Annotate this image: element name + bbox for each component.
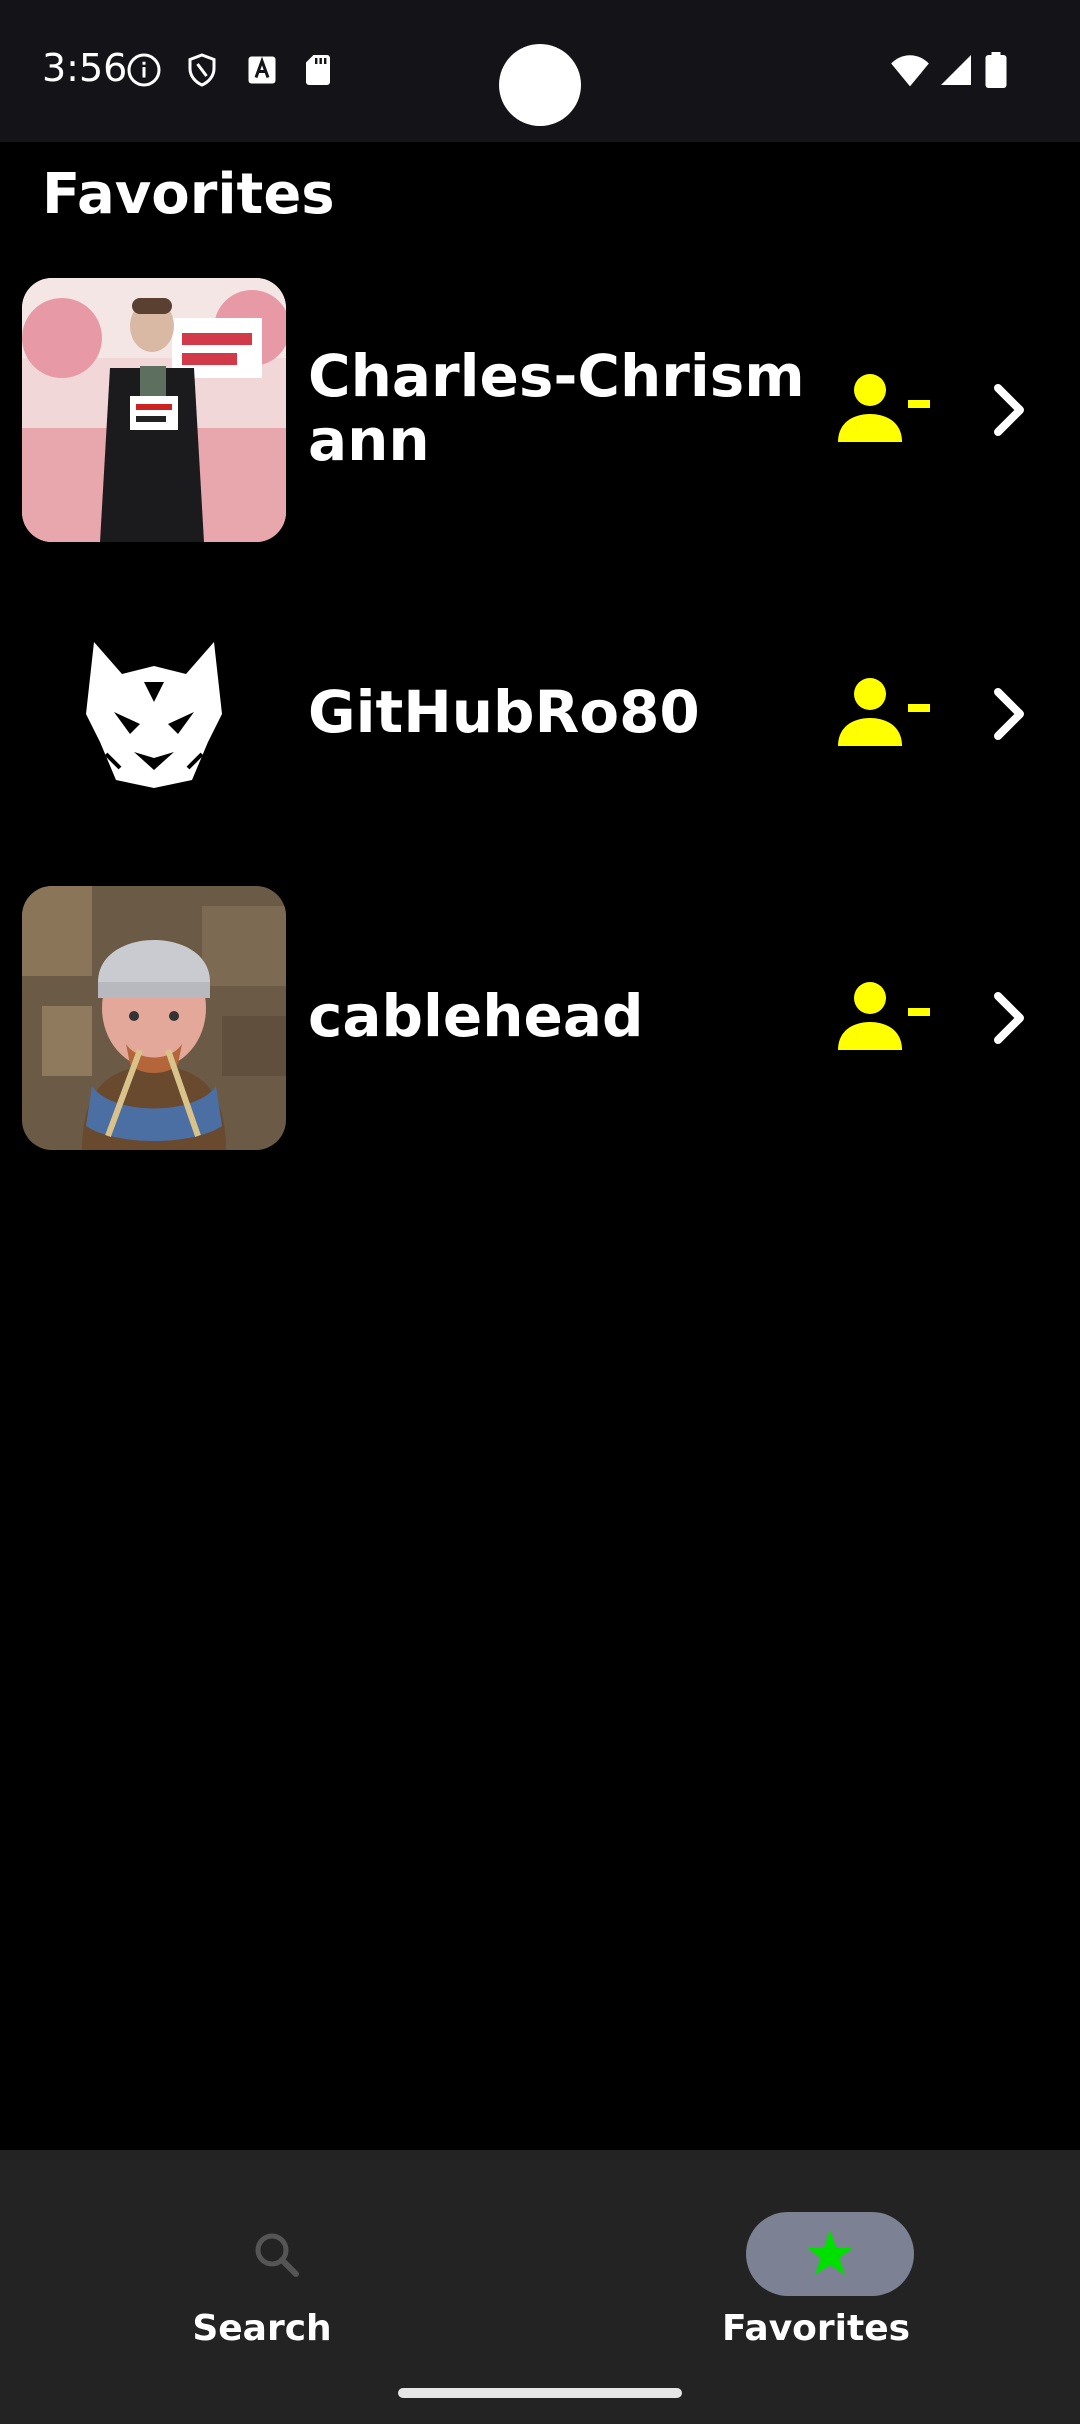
page-title: Favorites — [42, 162, 335, 227]
favorites-screen: 3:56 Favorites Charles-Chrismann GitHubR… — [0, 0, 1080, 2424]
chevron-right-icon — [994, 688, 1024, 740]
bottom-navigation: Search Favorites — [0, 2150, 1080, 2424]
nav-label: Favorites — [721, 2308, 911, 2349]
signal-icon — [941, 55, 971, 85]
remove-favorite-button[interactable] — [836, 674, 932, 754]
info-icon — [127, 53, 161, 87]
person-remove-icon — [838, 374, 930, 442]
status-time: 3:56 — [42, 46, 128, 90]
person-remove-icon — [838, 982, 930, 1050]
chevron-right-icon — [994, 992, 1024, 1044]
remove-favorite-button[interactable] — [836, 978, 932, 1058]
username: GitHubRo80 — [308, 678, 700, 746]
nav-pill — [192, 2212, 360, 2296]
chevron-right-icon — [994, 384, 1024, 436]
list-item[interactable]: GitHubRo80 — [0, 582, 1080, 848]
open-profile-button[interactable] — [980, 674, 1040, 754]
wifi-icon — [891, 55, 929, 87]
open-profile-button[interactable] — [980, 978, 1040, 1058]
avatar — [22, 582, 286, 846]
star-icon — [806, 2230, 854, 2275]
shield-icon — [188, 53, 216, 87]
remove-favorite-button[interactable] — [836, 370, 932, 450]
list-item[interactable]: cablehead — [0, 886, 1080, 1152]
camera-cutout — [499, 44, 581, 126]
list-item[interactable]: Charles-Chrismann — [0, 278, 1080, 544]
person-remove-icon — [838, 678, 930, 746]
nav-label: Search — [192, 2308, 332, 2349]
status-bar: 3:56 — [0, 0, 1080, 142]
search-icon — [255, 2233, 299, 2277]
avatar — [22, 278, 286, 542]
sd-card-icon — [306, 55, 330, 85]
font-icon — [248, 56, 276, 84]
nav-pill-selected — [746, 2212, 914, 2296]
battery-icon — [985, 52, 1007, 88]
avatar — [22, 886, 286, 1150]
open-profile-button[interactable] — [980, 370, 1040, 450]
nav-item-search[interactable]: Search — [112, 2180, 412, 2350]
wolf-logo-icon — [22, 582, 286, 846]
home-indicator[interactable] — [398, 2388, 682, 2398]
username: Charles-Chrismann — [308, 342, 805, 474]
nav-item-favorites[interactable]: Favorites — [666, 2180, 966, 2350]
username: cablehead — [308, 982, 644, 1050]
